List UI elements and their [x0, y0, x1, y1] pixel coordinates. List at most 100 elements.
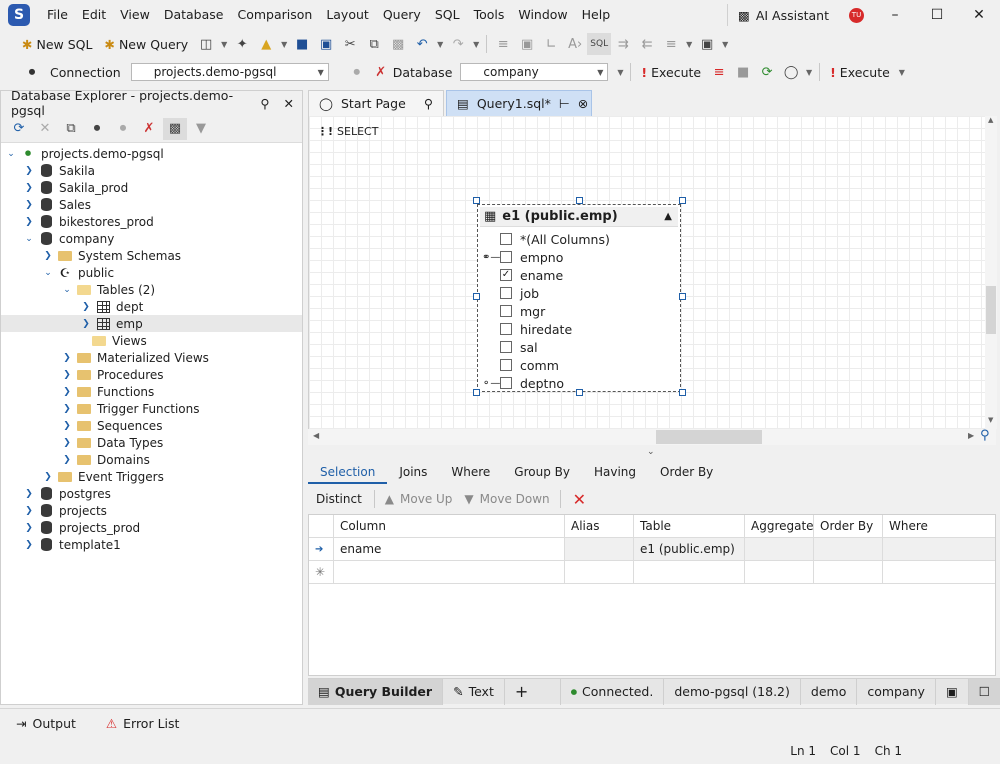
entity-column-row[interactable]: *(All Columns)	[478, 230, 680, 248]
tree-node-public[interactable]: ⌄ ☪ public	[1, 264, 302, 281]
chart-icon[interactable]: ∟	[539, 33, 563, 55]
chevron-down-icon[interactable]: ▼	[719, 40, 731, 49]
table-row[interactable]: ➔ ename e1 (public.emp)	[309, 538, 995, 561]
split-view-icon[interactable]: ▣	[936, 678, 969, 705]
chevron-down-icon[interactable]: ▼	[683, 40, 695, 49]
pin-icon[interactable]: ⚲	[260, 96, 269, 111]
refresh-icon[interactable]: ⟳	[755, 61, 779, 83]
tree-node-domains[interactable]: ❯ Domains	[1, 451, 302, 468]
menu-window[interactable]: Window	[511, 0, 574, 30]
scroll-right-icon[interactable]: ▶	[968, 431, 974, 440]
column-checkbox[interactable]	[500, 341, 512, 353]
menu-sql[interactable]: SQL	[428, 0, 467, 30]
tree-node-bikestores-prod[interactable]: ❯ bikestores_prod	[1, 213, 302, 230]
chevron-right-icon[interactable]: ❯	[80, 302, 92, 312]
chevron-right-icon[interactable]: ❯	[42, 472, 54, 482]
undo-icon[interactable]: ↶	[410, 33, 434, 55]
chevron-down-icon[interactable]: ▼	[278, 40, 290, 49]
copy-icon[interactable]: ▩	[163, 117, 187, 140]
chevron-right-icon[interactable]: ❯	[23, 217, 35, 227]
tree-node-data-types[interactable]: ❯ Data Types	[1, 434, 302, 451]
chevron-down-icon[interactable]: ▼	[803, 68, 815, 77]
cell-aggregate[interactable]	[745, 561, 814, 583]
align-icon[interactable]: ≡	[659, 33, 683, 55]
profile-icon[interactable]: ◯	[779, 61, 803, 83]
disconnect-icon[interactable]: ✗	[369, 61, 393, 83]
new-query-button[interactable]: ✱ New Query	[98, 33, 194, 55]
column-checkbox[interactable]	[500, 251, 512, 263]
full-view-icon[interactable]: ☐	[968, 678, 1000, 705]
connect-icon[interactable]: ⏺	[111, 118, 135, 140]
entity-header[interactable]: ▦ e1 (public.emp) ▲	[480, 207, 678, 227]
column-header[interactable]: Table	[634, 515, 745, 537]
chevron-right-icon[interactable]: ❯	[23, 489, 35, 499]
resize-handle[interactable]	[679, 389, 686, 396]
pin-icon[interactable]: ⚲	[424, 96, 433, 111]
chevron-right-icon[interactable]: ❯	[61, 421, 73, 431]
entity-column-row[interactable]: ⚭— empno	[478, 248, 680, 266]
chevron-right-icon[interactable]: ❯	[23, 523, 35, 533]
resize-handle[interactable]	[679, 197, 686, 204]
chevron-right-icon[interactable]: ❯	[61, 387, 73, 397]
entity-column-row[interactable]: mgr	[478, 302, 680, 320]
cell-column[interactable]	[334, 561, 565, 583]
resize-handle[interactable]	[473, 293, 480, 300]
execute-current-icon[interactable]: ≡	[707, 61, 731, 83]
tree-node-tables[interactable]: ⌄ Tables (2)	[1, 281, 302, 298]
scroll-left-icon[interactable]: ◀	[313, 431, 319, 440]
new-row[interactable]: ✳	[309, 561, 995, 584]
chevron-down-icon[interactable]: ▼	[470, 40, 482, 49]
maximize-icon[interactable]: ☐	[916, 7, 958, 23]
zoom-icon[interactable]: ⚲	[980, 428, 990, 443]
spellcheck-icon[interactable]: A›	[563, 33, 587, 55]
close-tab-icon[interactable]: ⊗	[578, 96, 588, 111]
cell-order-by[interactable]	[814, 538, 883, 560]
column-header[interactable]: Alias	[565, 515, 634, 537]
resize-handle[interactable]	[576, 389, 583, 396]
tab-group-by[interactable]: Group By	[502, 460, 582, 484]
cell-aggregate[interactable]	[745, 538, 814, 560]
avatar[interactable]: TU	[849, 7, 864, 23]
refresh-icon[interactable]: ⟳	[7, 118, 31, 140]
chevron-down-icon[interactable]: ⌄	[61, 285, 73, 295]
select-statement-node[interactable]: ⋮! SELECT	[317, 125, 378, 138]
menu-query[interactable]: Query	[376, 0, 428, 30]
column-checkbox[interactable]	[500, 305, 512, 317]
column-checkbox[interactable]	[500, 323, 512, 335]
tree-node-sakila-prod[interactable]: ❯ Sakila_prod	[1, 179, 302, 196]
tree-node-company[interactable]: ⌄ company	[1, 230, 302, 247]
disconnect-icon[interactable]: ✗	[137, 118, 161, 140]
scroll-down-icon[interactable]: ▼	[988, 416, 993, 424]
paste-icon[interactable]: ▩	[386, 33, 410, 55]
tree-node-projects-prod[interactable]: ❯ projects_prod	[1, 519, 302, 536]
chevron-down-icon[interactable]: ▼	[896, 68, 908, 77]
cell-alias[interactable]	[565, 561, 634, 583]
entity-column-row[interactable]: sal	[478, 338, 680, 356]
tree-node-sales[interactable]: ❯ Sales	[1, 196, 302, 213]
layout-icon[interactable]: ▣	[695, 33, 719, 55]
error-list-tab[interactable]: ⚠ Error List	[92, 716, 194, 731]
tab-order-by[interactable]: Order By	[648, 460, 725, 484]
chevron-right-icon[interactable]: ❯	[80, 319, 92, 329]
tree-node-root[interactable]: ⌄ ⏺ projects.demo-pgsql	[1, 145, 302, 162]
horizontal-scrollbar[interactable]: ◀ ▶ ⚲	[308, 428, 996, 445]
column-checkbox[interactable]	[500, 287, 512, 299]
camera-icon[interactable]: ▣	[515, 33, 539, 55]
delete-icon[interactable]: ✕	[565, 490, 594, 509]
chevron-right-icon[interactable]: ❯	[61, 353, 73, 363]
column-checkbox[interactable]: ✓	[500, 269, 512, 281]
chevron-right-icon[interactable]: ❯	[61, 370, 73, 380]
tree-node-procedures[interactable]: ❯ Procedures	[1, 366, 302, 383]
menu-tools[interactable]: Tools	[467, 0, 512, 30]
menu-comparison[interactable]: Comparison	[230, 0, 319, 30]
scroll-up-icon[interactable]: ▲	[988, 116, 993, 124]
tree-node-functions[interactable]: ❯ Functions	[1, 383, 302, 400]
column-header[interactable]: Where	[883, 515, 995, 537]
chevron-right-icon[interactable]: ❯	[42, 251, 54, 261]
open-folder-icon[interactable]: ▲	[254, 33, 278, 55]
column-checkbox[interactable]	[500, 359, 512, 371]
ai-assistant-button[interactable]: ▩ AI Assistant	[727, 4, 839, 26]
close-icon[interactable]: ✕	[284, 96, 294, 111]
database-select[interactable]: company ▼	[460, 63, 609, 81]
tree-node-postgres[interactable]: ❯ postgres	[1, 485, 302, 502]
